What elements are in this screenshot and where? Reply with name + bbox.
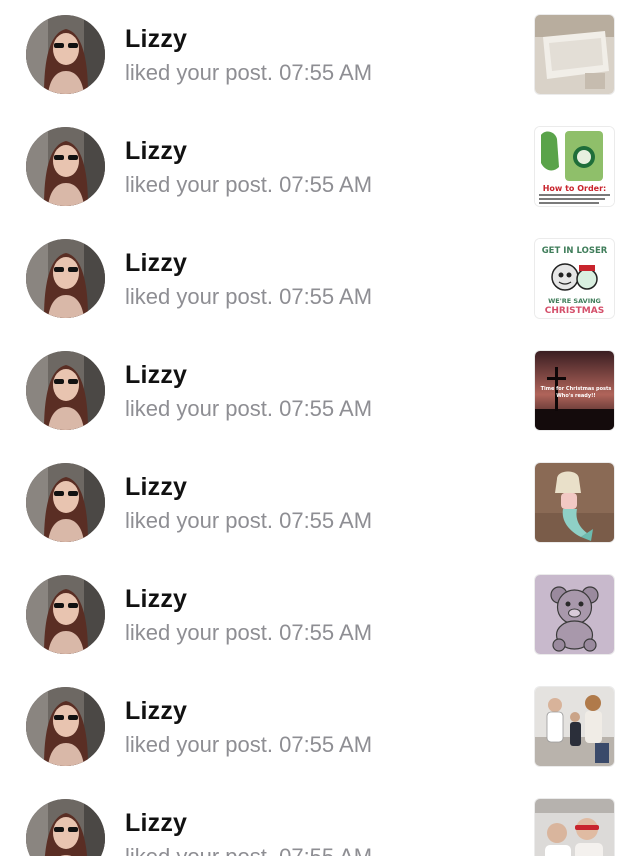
user-avatar[interactable] xyxy=(26,127,105,206)
action-text: liked your post. xyxy=(125,508,273,533)
activity-text: liked your post. 07:55 AM xyxy=(125,844,372,856)
notification-row[interactable]: Lizzy liked your post. 07:55 AM Time for… xyxy=(0,336,640,448)
user-name[interactable]: Lizzy xyxy=(125,585,187,614)
activity-text: liked your post. 07:55 AM xyxy=(125,732,372,758)
user-name[interactable]: Lizzy xyxy=(125,137,187,166)
notification-row[interactable]: Lizzy liked your post. 07:55 AM How to O… xyxy=(0,112,640,224)
sunset-line2-text: Who's ready!! xyxy=(556,393,595,399)
grinch-title-text: How to Order: xyxy=(543,184,607,193)
action-text: liked your post. xyxy=(125,844,273,856)
activity-text: liked your post. 07:55 AM xyxy=(125,60,372,86)
timestamp: 07:55 AM xyxy=(279,60,373,85)
timestamp: 07:55 AM xyxy=(279,284,373,309)
user-name[interactable]: Lizzy xyxy=(125,809,187,838)
action-text: liked your post. xyxy=(125,620,273,645)
activity-text: liked your post. 07:55 AM xyxy=(125,172,372,198)
action-text: liked your post. xyxy=(125,396,273,421)
action-text: liked your post. xyxy=(125,60,273,85)
user-name[interactable]: Lizzy xyxy=(125,697,187,726)
notification-row[interactable]: Lizzy liked your post. 07:55 AM xyxy=(0,448,640,560)
notification-row[interactable]: Lizzy liked your post. 07:55 AM xyxy=(0,784,640,856)
activity-text: liked your post. 07:55 AM xyxy=(125,396,372,422)
post-thumbnail[interactable]: How to Order: xyxy=(535,127,614,206)
notification-row[interactable]: Lizzy liked your post. 07:55 AM xyxy=(0,672,640,784)
loser-top-text: GET IN LOSER xyxy=(542,246,608,256)
timestamp: 07:55 AM xyxy=(279,172,373,197)
avatar-image xyxy=(26,687,105,766)
user-avatar[interactable] xyxy=(26,575,105,654)
avatar-image xyxy=(26,463,105,542)
dancing-people-image xyxy=(535,687,614,766)
action-text: liked your post. xyxy=(125,172,273,197)
timestamp: 07:55 AM xyxy=(279,620,373,645)
timestamp: 07:55 AM xyxy=(279,396,373,421)
avatar-image xyxy=(26,239,105,318)
post-thumbnail[interactable]: GET IN LOSER WE'RE SAVING CHRISTMAS xyxy=(535,239,614,318)
post-thumbnail[interactable] xyxy=(535,687,614,766)
post-thumbnail[interactable] xyxy=(535,575,614,654)
activity-text: liked your post. 07:55 AM xyxy=(125,620,372,646)
user-avatar[interactable] xyxy=(26,799,105,856)
loser-bottom-text: CHRISTMAS xyxy=(545,306,604,316)
user-avatar[interactable] xyxy=(26,351,105,430)
user-name[interactable]: Lizzy xyxy=(125,25,187,54)
selfie-people-image xyxy=(535,799,614,856)
avatar-image xyxy=(26,799,105,856)
grinch-drink-image: How to Order: xyxy=(535,127,614,206)
sunset-cross-image: Time for Christmas posts Who's ready!! xyxy=(535,351,614,430)
timestamp: 07:55 AM xyxy=(279,732,373,757)
user-name[interactable]: Lizzy xyxy=(125,473,187,502)
basket-photo xyxy=(535,15,614,94)
avatar-image xyxy=(26,575,105,654)
action-text: liked your post. xyxy=(125,284,273,309)
post-thumbnail[interactable] xyxy=(535,15,614,94)
notification-row[interactable]: Lizzy liked your post. 07:55 AM xyxy=(0,560,640,672)
user-avatar[interactable] xyxy=(26,687,105,766)
loser-mid-text: WE'RE SAVING xyxy=(548,297,601,305)
timestamp: 07:55 AM xyxy=(279,844,372,856)
avatar-image xyxy=(26,15,105,94)
notification-row[interactable]: Lizzy liked your post. 07:55 AM GET IN L… xyxy=(0,224,640,336)
christmas-graphic: GET IN LOSER WE'RE SAVING CHRISTMAS xyxy=(535,239,614,318)
user-avatar[interactable] xyxy=(26,463,105,542)
timestamp: 07:55 AM xyxy=(279,508,373,533)
notifications-list: Lizzy liked your post. 07:55 AM Lizzy li… xyxy=(0,0,640,856)
activity-text: liked your post. 07:55 AM xyxy=(125,508,372,534)
avatar-image xyxy=(26,127,105,206)
sunset-line1-text: Time for Christmas posts xyxy=(541,386,612,392)
avatar-image xyxy=(26,351,105,430)
post-thumbnail[interactable] xyxy=(535,799,614,856)
notification-row[interactable]: Lizzy liked your post. 07:55 AM xyxy=(0,0,640,112)
user-name[interactable]: Lizzy xyxy=(125,249,187,278)
activity-text: liked your post. 07:55 AM xyxy=(125,284,372,310)
mermaid-doll-image xyxy=(535,463,614,542)
user-avatar[interactable] xyxy=(26,15,105,94)
post-thumbnail[interactable] xyxy=(535,463,614,542)
teddy-bear-image xyxy=(535,575,614,654)
user-name[interactable]: Lizzy xyxy=(125,361,187,390)
action-text: liked your post. xyxy=(125,732,273,757)
user-avatar[interactable] xyxy=(26,239,105,318)
post-thumbnail[interactable]: Time for Christmas posts Who's ready!! xyxy=(535,351,614,430)
